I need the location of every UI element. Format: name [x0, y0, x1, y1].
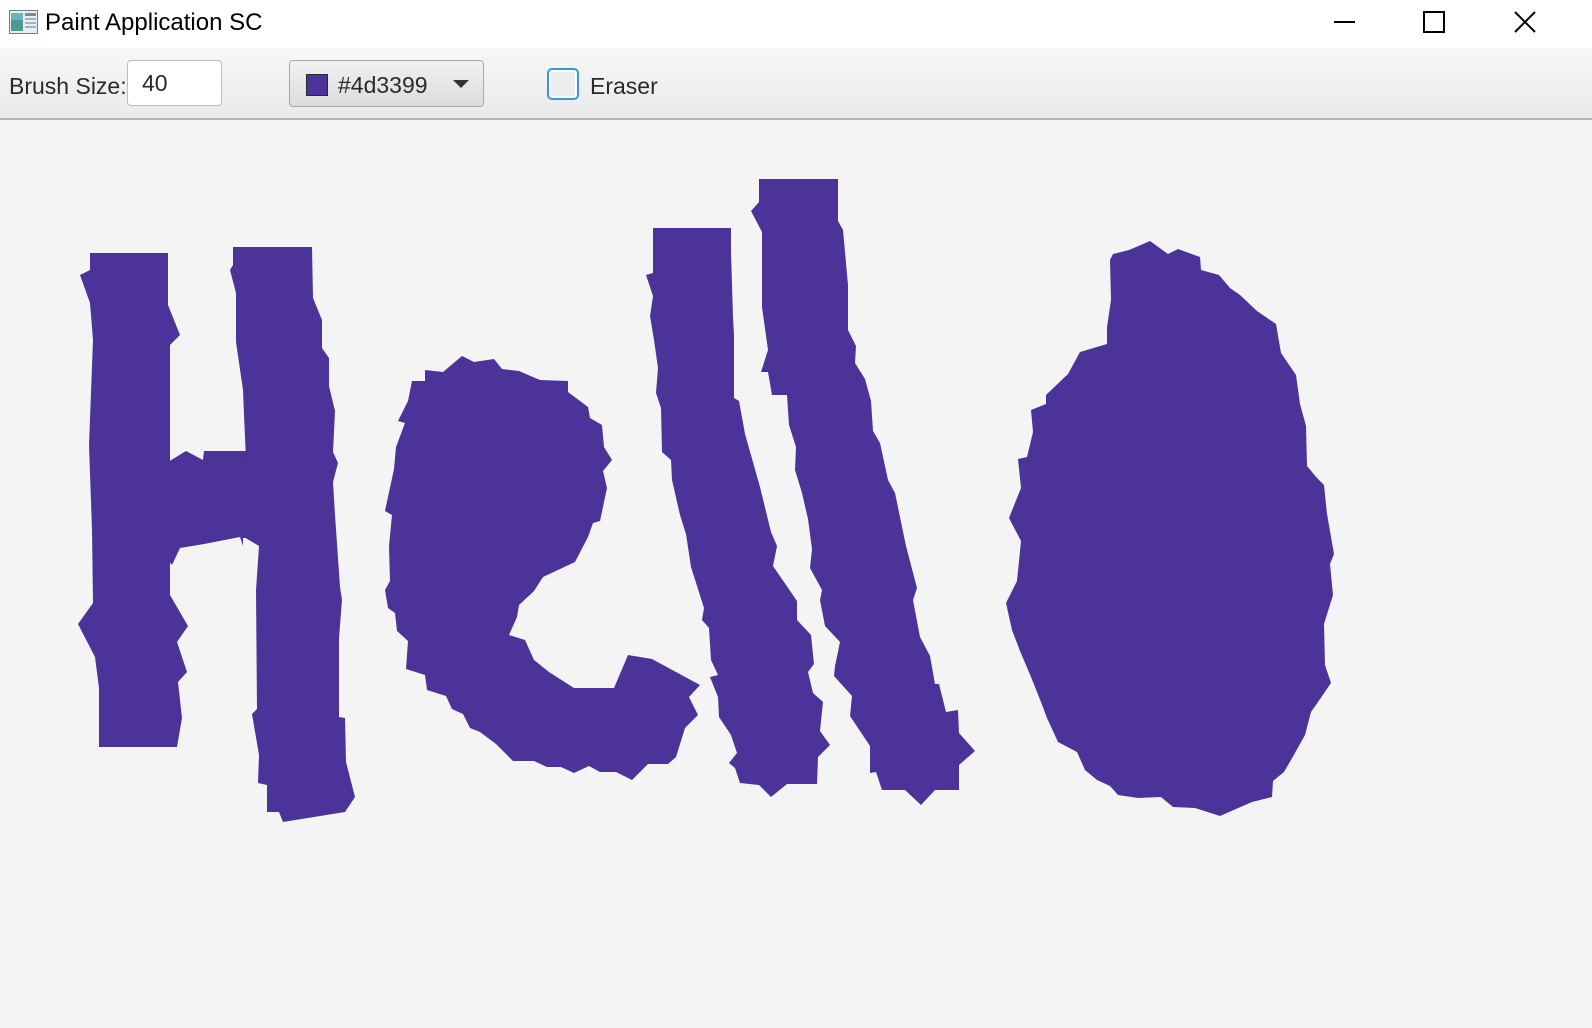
- toolbar: Brush Size: #4d3399 Eraser: [0, 48, 1592, 120]
- drawing-canvas[interactable]: [0, 120, 1592, 1028]
- eraser-checkbox[interactable]: [547, 68, 579, 100]
- brush-size-input[interactable]: [127, 60, 222, 106]
- color-swatch: [306, 74, 328, 96]
- window-title: Paint Application SC: [45, 9, 263, 36]
- letter-e-stroke: [385, 356, 700, 780]
- minimize-button[interactable]: [1320, 0, 1412, 46]
- color-picker[interactable]: #4d3399: [289, 60, 484, 107]
- chevron-down-icon: [453, 80, 469, 88]
- paint-app-window: Paint Application SC Brush Size: #4d3399: [0, 0, 1592, 1028]
- painted-strokes: [78, 179, 1334, 822]
- maximize-icon: [1423, 11, 1445, 33]
- minimize-icon: [1334, 21, 1355, 23]
- maximize-button[interactable]: [1411, 0, 1503, 46]
- brush-size-label: Brush Size:: [9, 73, 127, 99]
- eraser-label[interactable]: Eraser: [590, 72, 658, 100]
- close-button[interactable]: [1500, 0, 1592, 46]
- letter-o-stroke: [1006, 241, 1334, 816]
- paint-app-icon: [9, 10, 38, 34]
- title-bar[interactable]: Paint Application SC: [0, 0, 1592, 48]
- letter-h-right-stroke: [230, 247, 355, 822]
- color-value-label: #4d3399: [338, 72, 428, 98]
- close-icon: [1514, 11, 1536, 33]
